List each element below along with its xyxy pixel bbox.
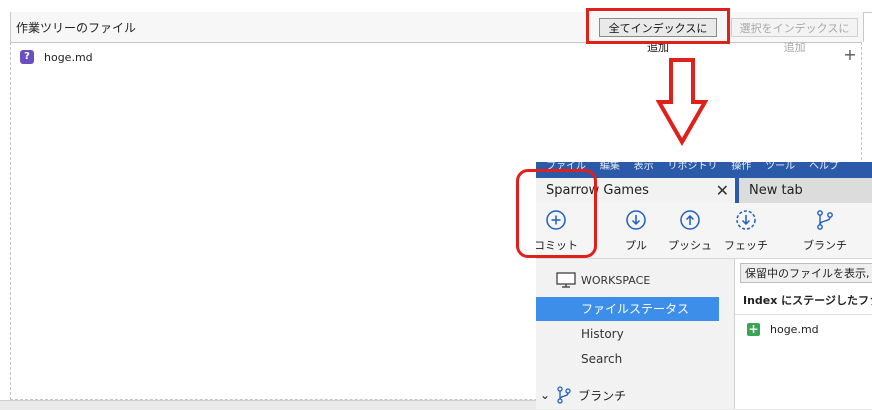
menu-item[interactable]: 操作 <box>731 162 751 172</box>
fetch-icon <box>736 210 756 230</box>
add-selected-to-index-button: 選択をインデックスに追加 <box>731 18 858 54</box>
pull-label: プル <box>625 239 647 252</box>
commit-highlight-box <box>516 169 597 258</box>
workspace-label: WORKSPACE <box>581 273 651 287</box>
push-button[interactable]: プッシュ <box>660 209 720 253</box>
menu-item[interactable]: リポジトリ <box>667 162 717 172</box>
arrow-up-circle-icon <box>680 210 700 230</box>
branch-icon <box>817 210 833 230</box>
workspace-header: WORKSPACE <box>556 272 650 288</box>
menu-item[interactable]: ヘルプ <box>809 162 839 172</box>
monitor-icon <box>556 272 576 288</box>
sidebar-branch-section[interactable]: ⌄ ブランチ <box>540 386 626 404</box>
staged-files-header: Index にステージしたファイル <box>735 287 872 315</box>
arrow-down-circle-icon <box>626 210 646 230</box>
sidebar-item-search[interactable]: Search <box>536 347 719 371</box>
add-all-highlight-box <box>586 8 730 44</box>
menu-item[interactable]: 編集 <box>600 162 620 172</box>
sidebar: WORKSPACE ファイルステータス History Search ⌄ ブラン… <box>536 259 727 409</box>
sidebar-item-file-status[interactable]: ファイルステータス <box>536 297 719 321</box>
branch-label: ブランチ <box>803 239 847 252</box>
menu-item[interactable]: 表示 <box>634 162 654 172</box>
fetch-label: フェッチ <box>724 239 768 252</box>
sidebar-item-history[interactable]: History <box>536 322 719 346</box>
tab-label: New tab <box>749 183 803 198</box>
staged-file-name: hoge.md <box>770 323 819 336</box>
file-row-hoge[interactable]: ? hoge.md <box>20 49 93 65</box>
branch-section-label: ブランチ <box>578 388 627 403</box>
pull-button[interactable]: プル <box>606 209 666 253</box>
file-name: hoge.md <box>44 50 93 64</box>
branch-icon <box>557 386 571 404</box>
close-icon[interactable]: ✕ <box>716 178 729 203</box>
chevron-down-icon[interactable]: ⌄ <box>540 388 550 402</box>
push-label: プッシュ <box>668 239 712 252</box>
staged-file-row[interactable]: + hoge.md <box>747 323 819 336</box>
unknown-file-icon: ? <box>20 50 34 64</box>
file-status-pane: 保留中のファイルを表示, フ Index にステージしたファイル + hoge.… <box>735 259 872 409</box>
added-file-icon: + <box>747 322 760 336</box>
branch-button[interactable]: ブランチ <box>795 209 855 253</box>
show-pending-files-dropdown[interactable]: 保留中のファイルを表示, フ <box>740 263 872 283</box>
working-tree-title: 作業ツリーのファイル <box>16 21 137 35</box>
expand-plus-icon[interactable]: + <box>842 47 858 63</box>
tab-new[interactable]: New tab <box>739 178 872 203</box>
fetch-button[interactable]: フェッチ <box>716 209 776 253</box>
down-arrow-icon <box>656 58 708 146</box>
menu-item[interactable]: ツール <box>765 162 795 172</box>
